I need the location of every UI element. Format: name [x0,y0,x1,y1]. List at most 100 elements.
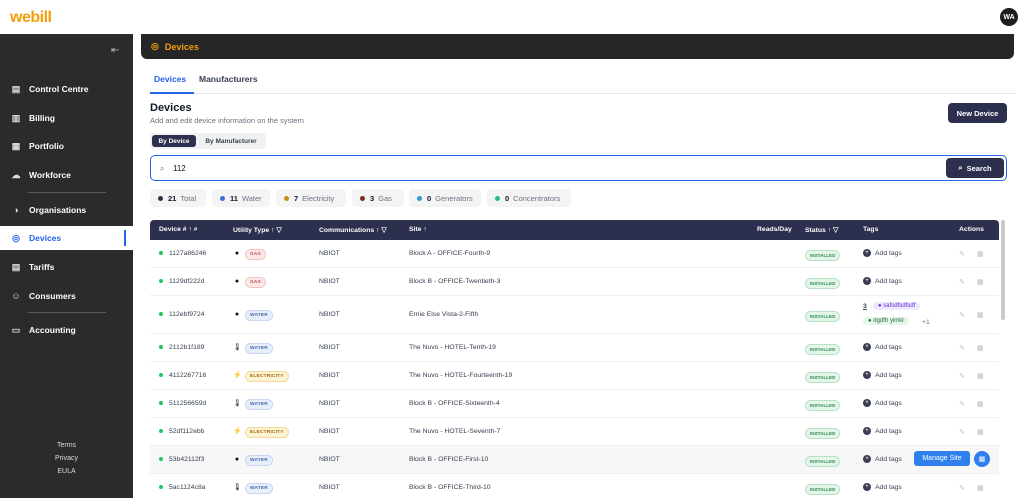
table-scrollbar[interactable] [1001,220,1005,320]
collapse-sidebar-icon[interactable]: ⇤ [111,46,123,56]
edit-icon[interactable]: ✎ [959,344,965,352]
building-icon[interactable]: ▦ [977,311,984,319]
add-tags-button[interactable]: + Add tags [863,427,902,435]
more-tags[interactable]: +1 [922,319,930,326]
sidebar-item-workforce[interactable]: ☁ Workforce [0,163,133,187]
utility-badge: WATER [245,399,273,410]
tag-pill[interactable]: ● dgdfh yimkl [863,317,909,325]
table-row[interactable]: 4112267716 ⚡ ELECTRICITY NBIOT The Nuvo -… [150,362,999,390]
sidebar-item-consumers[interactable]: ☺ Consumers [0,284,133,308]
thermometer-icon: 🌡 [233,344,242,351]
utility-badge: GAS [245,249,266,260]
edit-icon[interactable]: ✎ [959,372,965,380]
stat-concentrators[interactable]: 0 Concentrators [487,189,571,207]
col-status[interactable]: Status ↑ ▽ [805,226,838,234]
utility-badge: ELECTRICITY [245,427,289,438]
status-badge: INSTALLED [805,428,841,439]
sidebar-item-label: Devices [29,233,62,243]
sidebar-item-organisations[interactable]: ◑ Organisations [0,198,133,222]
building-icon[interactable]: ▦ [977,372,984,380]
col-device[interactable]: Device # ↑ ⌕ [159,226,198,234]
sidebar-item-devices[interactable]: ◎ Devices [0,226,133,250]
communications: NBIOT [319,428,340,435]
droplet-icon: ● [234,456,240,463]
sidebar-item-billing[interactable]: ▥ Billing [0,106,133,130]
briefcase-icon: ▦ [11,140,21,151]
tab-devices[interactable]: Devices [154,74,186,84]
plus-icon: + [863,249,871,257]
tag-pill[interactable]: ● safsdfsdfsdf [873,302,921,310]
edit-icon[interactable]: ✎ [959,400,965,408]
stat-count: 0 [505,193,510,203]
by-manufacturer-toggle[interactable]: By Manufacturer [198,135,264,147]
status-badge: INSTALLED [805,372,841,383]
privacy-link[interactable]: Privacy [0,455,133,462]
stat-electricity[interactable]: 7 Electricity [276,189,346,207]
target-icon: ◎ [151,41,159,51]
col-site[interactable]: Site ↑ [409,226,427,233]
building-icon[interactable]: ▦ [977,278,984,286]
building-icon[interactable]: ▦ [974,451,990,467]
search-button[interactable]: ⌕ Search [946,158,1004,178]
building-icon[interactable]: ▦ [977,250,984,258]
user-avatar[interactable]: WA [1000,8,1018,26]
table-row[interactable]: 1127a86246 ● GAS NBIOT Block A - OFFICE-F… [150,240,999,268]
stat-gas[interactable]: 3 Gas [352,189,404,207]
user-circle-icon: ☺ [11,291,21,301]
add-tags-button[interactable]: + Add tags [863,277,902,285]
add-tags-button[interactable]: + Add tags [863,249,902,257]
table-row[interactable]: 53b42112f3 ● WATER NBIOT Block B - OFFICE… [150,446,999,474]
sidebar-item-control-centre[interactable]: ▤ Control Centre [0,77,133,101]
flame-icon: ● [234,250,240,257]
lightning-icon: ⚡ [233,372,242,379]
add-tags-button[interactable]: + Add tags [863,483,902,491]
table-row[interactable]: 1129df222d ● GAS NBIOT Block B - OFFICE-T… [150,268,999,296]
eula-link[interactable]: EULA [0,468,133,475]
communications: NBIOT [319,344,340,351]
sidebar: ⇤ ▤ Control Centre ▥ Billing ▦ Portfolio… [0,34,133,498]
by-device-toggle[interactable]: By Device [152,135,196,147]
table-row[interactable]: 52df112ebb ⚡ ELECTRICITY NBIOT The Nuvo -… [150,418,999,446]
add-tags-button[interactable]: + Add tags [863,343,902,351]
table-row[interactable]: 112ebf9724 ● WATER NBIOT Ernie Else Vista… [150,296,999,334]
communications: NBIOT [319,456,340,463]
tag-count[interactable]: 3 [863,303,867,310]
device-id: 53b42112f3 [159,456,204,463]
building-icon[interactable]: ▦ [977,428,984,436]
col-utility-type[interactable]: Utility Type ↑ ▽ [233,226,282,234]
building-icon[interactable]: ▦ [977,400,984,408]
edit-icon[interactable]: ✎ [959,484,965,492]
col-communications[interactable]: Communications ↑ ▽ [319,226,387,234]
communications: NBIOT [319,250,340,257]
edit-icon[interactable]: ✎ [959,311,965,319]
col-label: Communications [319,227,375,234]
add-tags-button[interactable]: + Add tags [863,371,902,379]
sidebar-item-portfolio[interactable]: ▦ Portfolio [0,134,133,158]
search-input[interactable] [173,161,873,176]
sidebar-item-accounting[interactable]: ▭ Accounting [0,318,133,342]
stat-generators[interactable]: 0 Generators [409,189,481,207]
edit-icon[interactable]: ✎ [959,428,965,436]
status-dot [159,485,163,490]
building-icon[interactable]: ▦ [977,344,984,352]
terms-link[interactable]: Terms [0,442,133,449]
manage-site-button[interactable]: Manage Site [914,451,970,466]
table-row[interactable]: 2112b1f189 🌡 WATER NBIOT The Nuvo - HOTEL… [150,334,999,362]
building-icon[interactable]: ▦ [977,484,984,492]
communications: NBIOT [319,278,340,285]
utility-cell: ● GAS [233,277,266,288]
table-row[interactable]: 511256659d 🌡 WATER NBIOT Block B - OFFICE… [150,390,999,418]
stat-count: 11 [230,193,238,203]
stat-total[interactable]: 21 Total [150,189,206,207]
add-tags-button[interactable]: + Add tags [863,399,902,407]
webill-logo[interactable]: webill [10,9,52,27]
sidebar-item-tariffs[interactable]: ▤ Tariffs [0,255,133,279]
stat-water[interactable]: 11 Water [212,189,270,207]
col-reads-per-day[interactable]: Reads/Day [757,226,792,233]
new-device-button[interactable]: New Device [948,103,1007,123]
tab-manufacturers[interactable]: Manufacturers [199,74,258,84]
edit-icon[interactable]: ✎ [959,278,965,286]
edit-icon[interactable]: ✎ [959,250,965,258]
table-row[interactable]: 5ac1124c8a 🌡 WATER NBIOT Block B - OFFICE… [150,474,999,498]
add-tags-button[interactable]: + Add tags [863,455,902,463]
